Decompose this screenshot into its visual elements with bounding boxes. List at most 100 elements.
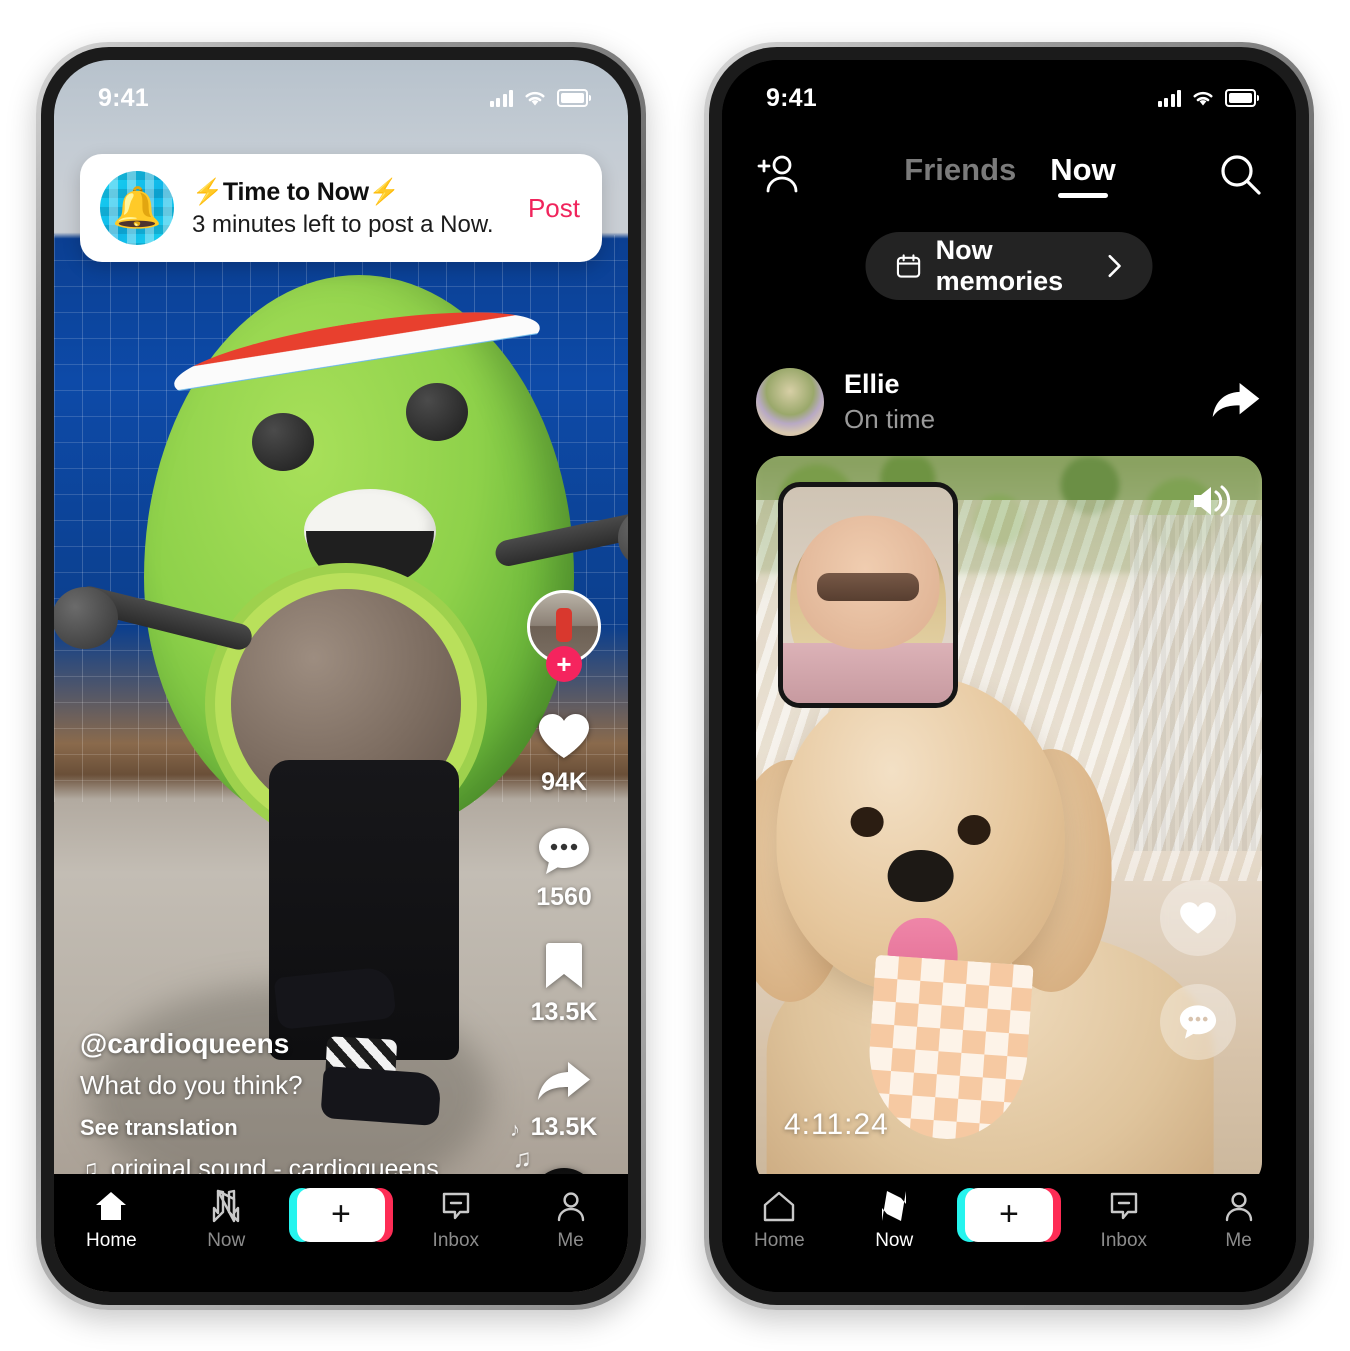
now-memories-button[interactable]: Now memories (865, 232, 1153, 300)
inbox-icon (440, 1188, 472, 1224)
tab-bar-right: Home Now + Inbox Me (722, 1174, 1296, 1292)
battery-icon (1225, 89, 1259, 107)
pip-shirt (783, 642, 953, 703)
avatar[interactable] (756, 368, 824, 436)
tab-now[interactable]: Now (837, 1188, 952, 1252)
home-icon (762, 1188, 796, 1224)
tab-now-label: Now (875, 1230, 914, 1251)
post-button[interactable]: Post (528, 193, 580, 224)
comment-action[interactable]: 1560 (534, 823, 594, 912)
person-icon (555, 1188, 587, 1224)
feed-tabs: Friends Now (904, 152, 1115, 200)
comment-count: 1560 (536, 883, 592, 911)
dog-eye-right (957, 815, 991, 845)
heart-icon (534, 708, 594, 764)
tab-now[interactable]: Now (169, 1188, 284, 1252)
pip-sunglasses (817, 573, 919, 602)
tab-inbox-label: Inbox (432, 1230, 480, 1251)
status-time-right: 9:41 (766, 83, 817, 112)
now-comment-button[interactable] (1160, 984, 1236, 1060)
add-person-icon[interactable] (756, 153, 802, 200)
video-action-rail: + 94K 1560 13.5K 13.5K (516, 590, 612, 1234)
tab-me[interactable]: Me (513, 1188, 628, 1252)
tab-bar-left: Home Now + Inbox Me (54, 1174, 628, 1292)
now-memories-label: Now memories (935, 235, 1064, 296)
time-to-now-notification[interactable]: 🔔 ⚡Time to Now⚡ 3 minutes left to post a… (80, 154, 602, 262)
share-count: 13.5K (530, 1113, 598, 1141)
tab-me-label: Me (1225, 1230, 1252, 1251)
phone-right-bezel: 9:41 Friends Now Now memories Ellie On t… (709, 47, 1309, 1305)
inbox-icon (1108, 1188, 1140, 1224)
share-action[interactable]: 13.5K (530, 1053, 598, 1142)
now-like-button[interactable] (1160, 880, 1236, 956)
share-arrow-icon (534, 1053, 594, 1109)
chevron-right-icon (1108, 254, 1121, 278)
tab-home[interactable]: Home (54, 1188, 169, 1252)
status-bar: 9:41 (54, 60, 628, 122)
cellular-bars-icon (489, 89, 513, 107)
tab-inbox[interactable]: Inbox (398, 1188, 513, 1252)
comment-icon (534, 823, 594, 879)
bell-icon: 🔔 (112, 186, 162, 230)
status-bar-right: 9:41 (722, 60, 1296, 122)
phone-left-screen: 9:41 🔔 ⚡Time to Now⚡ 3 minutes left to p… (54, 60, 628, 1292)
create-plus-icon[interactable]: + (956, 1188, 1061, 1242)
now-post-timestamp: 4:11:24 (784, 1108, 889, 1141)
create-button-wrap: + (284, 1188, 399, 1260)
phone-left-bezel: 9:41 🔔 ⚡Time to Now⚡ 3 minutes left to p… (41, 47, 641, 1305)
phone-right-screen: 9:41 Friends Now Now memories Ellie On t… (722, 60, 1296, 1292)
avocado-eye-right (406, 383, 468, 441)
create-button-wrap: + (952, 1188, 1067, 1260)
post-author-name: Ellie (844, 369, 900, 399)
wifi-icon (1193, 91, 1213, 105)
tab-inbox-label: Inbox (1100, 1230, 1148, 1251)
tab-inbox[interactable]: Inbox (1066, 1188, 1181, 1252)
status-time: 9:41 (98, 83, 149, 112)
tab-now-label: Now (207, 1230, 246, 1251)
post-meta: Ellie On time (844, 369, 935, 435)
home-icon (94, 1188, 128, 1224)
like-count: 94K (541, 768, 587, 796)
video-caption-block: @cardioqueens What do you think? See tra… (80, 1028, 508, 1184)
search-icon[interactable] (1218, 152, 1262, 201)
now-bolt-icon (211, 1188, 241, 1224)
wifi-icon (525, 91, 545, 105)
volume-on-icon[interactable] (1190, 482, 1234, 525)
balloon-avocado-costume (54, 269, 628, 845)
follow-plus-icon[interactable]: + (546, 646, 582, 682)
phone-right: 9:41 Friends Now Now memories Ellie On t… (704, 42, 1314, 1310)
now-bolt-icon (879, 1188, 909, 1224)
notification-title: ⚡Time to Now⚡ (192, 177, 400, 206)
tab-friends[interactable]: Friends (904, 152, 1016, 200)
notification-subtitle: 3 minutes left to post a Now. (192, 210, 494, 238)
now-post-card[interactable]: 4:11:24 (756, 456, 1262, 1188)
battery-icon (557, 89, 591, 107)
bookmark-action[interactable]: 13.5K (530, 938, 598, 1027)
tab-me[interactable]: Me (1181, 1188, 1296, 1252)
status-indicators (489, 89, 591, 108)
like-action[interactable]: 94K (534, 708, 594, 797)
post-status-badge: On time (844, 404, 936, 434)
now-post-actions (1160, 880, 1236, 1060)
see-translation-link[interactable]: See translation (80, 1115, 508, 1141)
tab-home-label: Home (754, 1230, 805, 1251)
notification-text: ⚡Time to Now⚡ 3 minutes left to post a N… (192, 178, 516, 239)
front-camera-inset[interactable] (778, 482, 958, 708)
bookmark-icon (534, 938, 594, 994)
share-arrow-icon[interactable] (1210, 379, 1262, 426)
calendar-icon (896, 254, 921, 278)
create-plus-icon[interactable]: + (288, 1188, 393, 1242)
avocado-eye-left (252, 413, 314, 471)
tab-me-label: Me (557, 1230, 584, 1251)
cellular-bars-icon (1157, 89, 1181, 107)
dog-eye-left (850, 807, 884, 837)
dog-nose (887, 849, 954, 903)
tab-now-feed[interactable]: Now (1050, 152, 1115, 200)
creator-username[interactable]: @cardioqueens (80, 1028, 508, 1060)
now-post-header: Ellie On time (756, 360, 1262, 444)
tab-home[interactable]: Home (722, 1188, 837, 1252)
tab-home-label: Home (86, 1230, 137, 1251)
screenshot-stage: 9:41 🔔 ⚡Time to Now⚡ 3 minutes left to p… (0, 0, 1350, 1351)
status-indicators-right (1157, 89, 1259, 108)
bookmark-count: 13.5K (530, 998, 598, 1026)
